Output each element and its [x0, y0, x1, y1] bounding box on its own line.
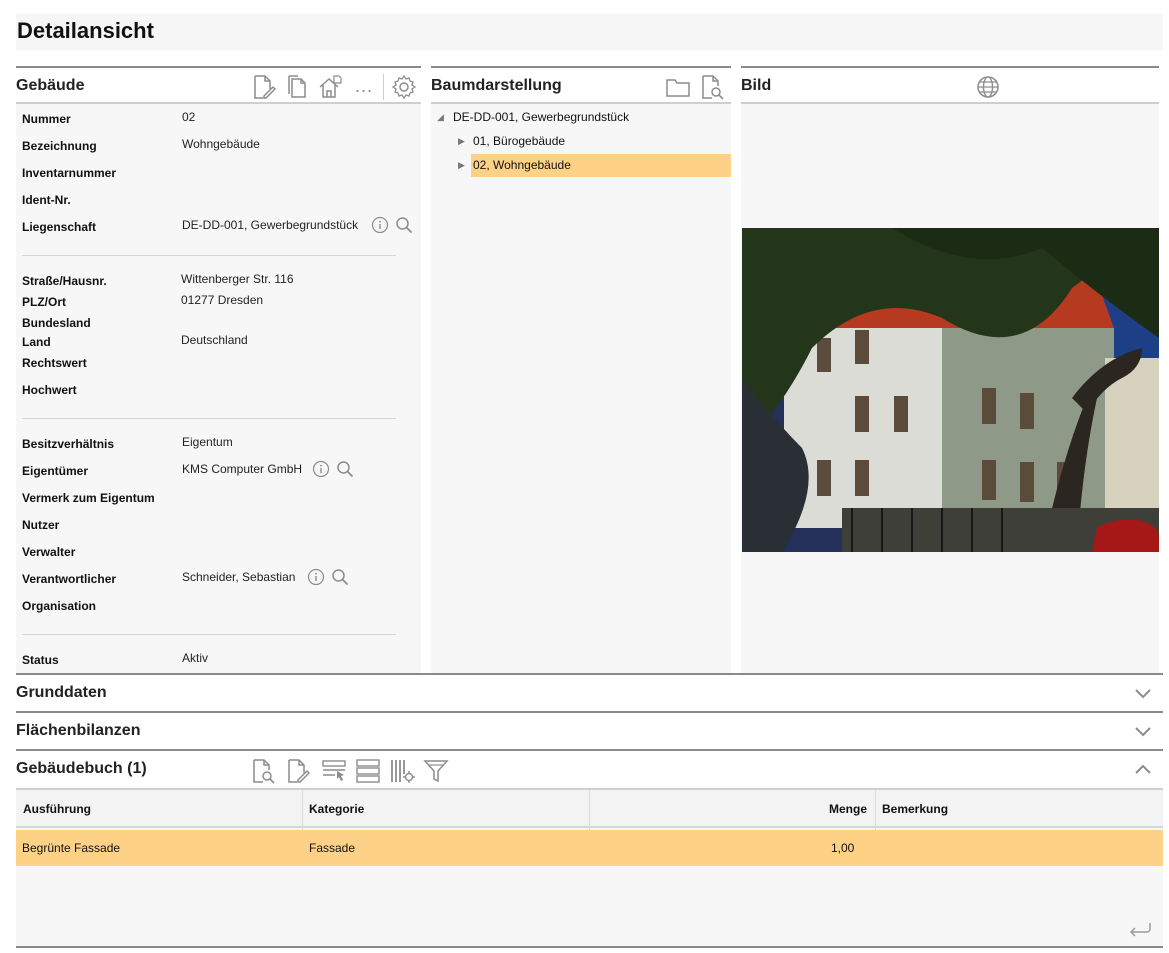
expanded-arrow-icon[interactable]: ◢	[437, 106, 444, 129]
copy-document-icon[interactable]	[284, 74, 310, 100]
info-icon[interactable]	[371, 216, 389, 234]
building-photo-illustration	[742, 228, 1159, 552]
section-grunddaten[interactable]: Grunddaten	[16, 673, 1163, 711]
field-value-liegenschaft[interactable]: DE-DD-001, Gewerbegrundstück	[182, 218, 358, 232]
field-value-besitz: Eigentum	[182, 435, 233, 449]
tree-panel-header: Baumdarstellung	[431, 68, 731, 104]
tree-panel: Baumdarstellung ◢ DE-DD-001, Gewerbegrun…	[431, 66, 731, 674]
select-rows-icon[interactable]	[321, 758, 347, 784]
field-value-status: Aktiv	[182, 651, 209, 665]
separator	[22, 255, 396, 256]
field-label-nutzer: Nutzer	[22, 518, 60, 532]
gebaeude-panel: Gebäude ... Nummer 02 Bezeichnung Wohnge…	[16, 66, 421, 674]
tree-node[interactable]: ◢ DE-DD-001, Gewerbegrundstück	[431, 106, 731, 129]
edit-document-icon[interactable]	[250, 74, 276, 100]
field-value-bezeichnung: Wohngebäude	[182, 137, 260, 151]
field-label-strasse: Straße/Hausnr.	[22, 274, 107, 288]
column-settings-icon[interactable]	[389, 758, 415, 784]
chevron-up-icon[interactable]	[1133, 760, 1153, 780]
gebaeude-panel-header: Gebäude ...	[16, 68, 421, 104]
cell-ausfuehrung: Begrünte Fassade	[22, 841, 121, 855]
field-label-land: Land	[22, 335, 51, 349]
more-options-button[interactable]: ...	[351, 76, 377, 102]
page-title: Detailansicht	[17, 18, 154, 43]
separator	[22, 418, 396, 419]
field-label-nummer: Nummer	[22, 112, 71, 126]
section-flaechen-title: Flächenbilanzen	[16, 722, 141, 739]
field-label-liegenschaft: Liegenschaft	[22, 220, 97, 234]
field-label-status: Status	[22, 653, 59, 667]
edit-document-icon[interactable]	[284, 758, 310, 784]
field-value-verantwortlicher[interactable]: Schneider, Sebastian	[182, 570, 295, 584]
field-label-bundesland: Bundesland	[22, 316, 91, 330]
tree-node-label: DE-DD-001, Gewerbegrundstück	[453, 110, 630, 124]
gear-icon[interactable]	[391, 74, 417, 100]
search-icon[interactable]	[331, 568, 349, 586]
image-panel-title: Bild	[741, 77, 772, 94]
search-icon[interactable]	[336, 460, 354, 478]
field-value-nummer: 02	[182, 110, 196, 124]
tree-panel-title: Baumdarstellung	[431, 77, 562, 94]
collapsed-arrow-icon[interactable]: ▶	[458, 130, 465, 153]
search-icon[interactable]	[395, 216, 413, 234]
field-value-eigentuemer[interactable]: KMS Computer GmbH	[182, 462, 302, 476]
image-panel: Bild	[741, 66, 1159, 674]
chevron-down-icon[interactable]	[1133, 683, 1153, 703]
info-icon[interactable]	[307, 568, 325, 586]
search-document-icon[interactable]	[699, 74, 725, 100]
field-value-strasse: Wittenberger Str. 116	[181, 272, 294, 286]
search-document-icon[interactable]	[250, 758, 276, 784]
gebaeude-panel-title: Gebäude	[16, 77, 85, 94]
tree-node[interactable]: ▶ 01, Bürogebäude	[458, 130, 731, 153]
image-panel-header: Bild	[741, 68, 1159, 104]
field-label-inventarnummer: Inventarnummer	[22, 166, 117, 180]
field-value-land: Deutschland	[181, 333, 248, 347]
column-header-kategorie[interactable]: Kategorie	[309, 802, 364, 816]
gebaeudebuch-table: Ausführung Kategorie Menge Bemerkung Beg…	[16, 788, 1163, 948]
section-flaechen[interactable]: Flächenbilanzen	[16, 711, 1163, 749]
home-document-icon[interactable]	[317, 74, 343, 100]
folder-icon[interactable]	[665, 74, 691, 100]
column-header-bemerkung[interactable]: Bemerkung	[882, 802, 948, 816]
list-rows-icon[interactable]	[355, 758, 381, 784]
section-grunddaten-title: Grunddaten	[16, 684, 107, 701]
field-label-rechtswert: Rechtswert	[22, 356, 87, 370]
page-header: Detailansicht	[16, 14, 1163, 50]
field-label-vermerk: Vermerk zum Eigentum	[22, 491, 155, 505]
separator	[22, 634, 396, 635]
return-arrow-icon[interactable]	[1127, 920, 1153, 940]
field-label-verwalter: Verwalter	[22, 545, 76, 559]
field-label-besitz: Besitzverhältnis	[22, 437, 115, 451]
tree-node-label: 01, Bürogebäude	[473, 134, 566, 148]
column-header-menge[interactable]: Menge	[829, 802, 867, 816]
info-icon[interactable]	[312, 460, 330, 478]
table-row[interactable]: Begrünte Fassade Fassade 1,00	[16, 830, 1163, 866]
field-label-verantwortlicher: Verantwortlicher	[22, 572, 117, 586]
field-label-hochwert: Hochwert	[22, 383, 77, 397]
tree-node-selected[interactable]: ▶ 02, Wohngebäude	[458, 154, 731, 177]
toolbar-divider	[383, 74, 384, 100]
tree-node-label: 02, Wohngebäude	[473, 158, 571, 172]
collapsed-arrow-icon[interactable]: ▶	[458, 154, 465, 177]
field-label-bezeichnung: Bezeichnung	[22, 139, 97, 153]
field-label-organisation: Organisation	[22, 599, 97, 613]
chevron-down-icon[interactable]	[1133, 721, 1153, 741]
cell-kategorie: Fassade	[309, 841, 356, 855]
field-value-plz: 01277 Dresden	[181, 293, 264, 307]
globe-icon[interactable]	[975, 74, 1001, 100]
section-gebaeudebuch-title: Gebäudebuch (1)	[16, 760, 147, 777]
field-label-plz: PLZ/Ort	[22, 295, 66, 309]
field-label-ident: Ident-Nr.	[22, 193, 71, 207]
filter-icon[interactable]	[423, 758, 449, 784]
field-label-eigentuemer: Eigentümer	[22, 464, 89, 478]
building-photo	[742, 228, 1159, 552]
section-gebaeudebuch[interactable]: Gebäudebuch (1)	[16, 749, 1163, 789]
cell-menge: 1,00	[831, 841, 855, 855]
column-header-ausfuehrung[interactable]: Ausführung	[23, 802, 91, 816]
